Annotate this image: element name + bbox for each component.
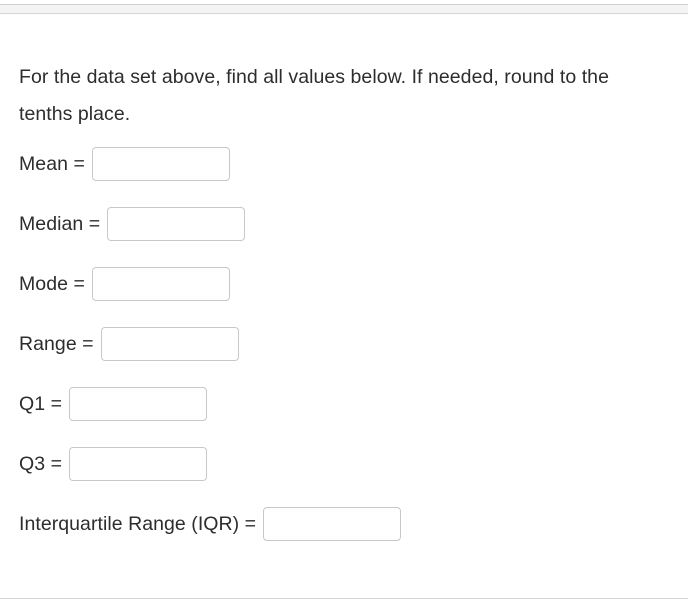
answer-row-mean: Mean =: [19, 147, 669, 181]
answer-row-q1: Q1 =: [19, 387, 669, 421]
answer-label-q1: Q1 =: [19, 393, 63, 415]
median-input[interactable]: [107, 207, 246, 241]
answer-label-range: Range =: [19, 333, 94, 355]
answer-label-iqr: Interquartile Range (IQR) =: [19, 513, 257, 535]
iqr-input[interactable]: [263, 507, 402, 541]
answer-label-q3: Q3 =: [19, 453, 63, 475]
q3-input[interactable]: [69, 447, 208, 481]
question-body: For the data set above, find all values …: [0, 15, 688, 599]
q1-input[interactable]: [69, 387, 208, 421]
answer-row-q3: Q3 =: [19, 447, 669, 481]
answer-row-iqr: Interquartile Range (IQR) =: [19, 507, 669, 541]
answer-row-range: Range =: [19, 327, 669, 361]
top-chrome-strip: [0, 4, 688, 14]
answer-label-mean: Mean =: [19, 153, 85, 175]
instruction-text: For the data set above, find all values …: [19, 66, 609, 125]
range-input[interactable]: [100, 327, 239, 361]
mean-input[interactable]: [91, 147, 230, 181]
answer-label-mode: Mode =: [19, 273, 85, 295]
bottom-divider: [0, 598, 688, 599]
mode-input[interactable]: [91, 267, 230, 301]
answer-row-median: Median =: [19, 207, 669, 241]
answer-row-mode: Mode =: [19, 267, 669, 301]
answer-label-median: Median =: [19, 213, 101, 235]
